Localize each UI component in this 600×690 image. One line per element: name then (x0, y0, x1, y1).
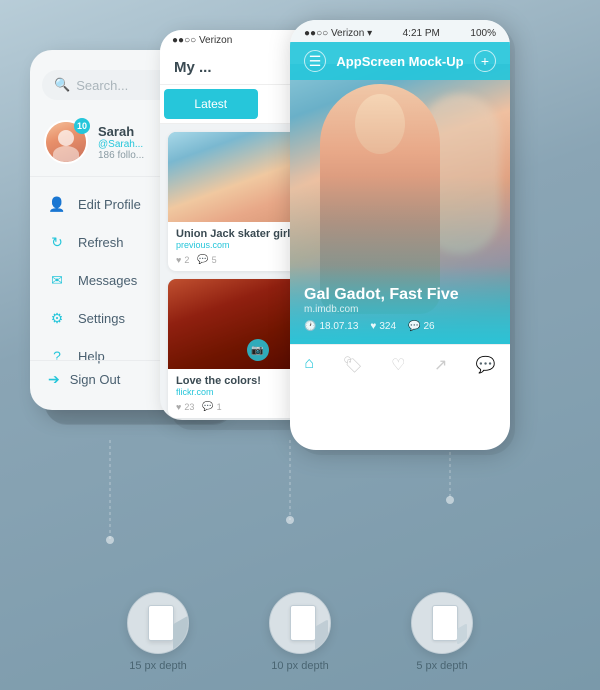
menu-label: Settings (78, 311, 125, 326)
app-title: AppScreen Mock-Up (326, 54, 474, 69)
comment-action-2[interactable]: 💬 1 (202, 401, 221, 412)
gear-icon: ⚙ (48, 309, 66, 327)
search-icon: 🔍 (54, 77, 70, 93)
depth-section: 15 px depth 10 px depth 5 px depth (0, 592, 600, 672)
carrier-text: ●●○○ Verizon (172, 35, 232, 46)
hero-date: 🕐 18.07.13 (304, 321, 358, 332)
tab-latest[interactable]: Latest (164, 89, 258, 119)
depth-item-15: 15 px depth (127, 592, 189, 672)
depth-circle-5 (411, 592, 473, 654)
hero-comments[interactable]: 💬 26 (408, 321, 435, 332)
depth-item-10: 10 px depth (269, 592, 331, 672)
depth-item-5: 5 px depth (411, 592, 473, 672)
like-action-2[interactable]: ♥ 23 (176, 401, 194, 412)
person-icon: 👤 (48, 195, 66, 213)
nav-heart-icon[interactable]: ♡ (391, 355, 405, 375)
depth-label-10: 10 px depth (271, 660, 329, 672)
avatar[interactable]: 10 (44, 120, 88, 164)
hero-image: Gal Gadot, Fast Five m.imdb.com 🕐 18.07.… (290, 64, 510, 344)
notification-badge: 10 (74, 118, 90, 134)
battery-right: 100% (470, 28, 496, 39)
depth-circle-15 (127, 592, 189, 654)
carrier-right: ●●○○ Verizon ▾ (304, 28, 372, 39)
hero-title: Gal Gadot, Fast Five (304, 286, 496, 304)
hero-source: m.imdb.com (304, 304, 496, 315)
depth-label-5: 5 px depth (416, 660, 467, 672)
hero-overlay: Gal Gadot, Fast Five m.imdb.com 🕐 18.07.… (290, 266, 510, 344)
time-right: 4:21 PM (403, 28, 440, 39)
menu-label: Messages (78, 273, 137, 288)
nav-tag-icon[interactable]: 🏷 (342, 355, 362, 375)
menu-label: Edit Profile (78, 197, 141, 212)
search-input[interactable]: Search... (76, 78, 128, 93)
add-button[interactable]: + (474, 50, 496, 72)
menu-label: Refresh (78, 235, 124, 250)
nav-home-icon[interactable]: ⌂ (304, 355, 314, 375)
bottom-navigation: ⌂ 🏷 ♡ ↗ 💬 (290, 344, 510, 385)
depth-label-15: 15 px depth (129, 660, 187, 672)
hero-likes[interactable]: ♥ 324 (370, 321, 396, 332)
app-header: ☰ AppScreen Mock-Up + (290, 42, 510, 80)
comment-action-1[interactable]: 💬 5 (197, 254, 216, 265)
like-action-1[interactable]: ♥ 2 (176, 254, 189, 265)
signout-icon: ➔ (48, 371, 60, 388)
menu-button[interactable]: ☰ (304, 50, 326, 72)
nav-share-icon[interactable]: ↗ (434, 355, 447, 375)
sign-out-label: Sign Out (70, 372, 121, 387)
envelope-icon: ✉ (48, 271, 66, 289)
refresh-icon: ↻ (48, 233, 66, 251)
camera-icon: 📷 (247, 339, 269, 361)
right-phone: ●●○○ Verizon ▾ 4:21 PM 100% ☰ AppScreen … (290, 20, 510, 450)
depth-circle-10 (269, 592, 331, 654)
hero-meta: 🕐 18.07.13 ♥ 324 💬 26 (304, 321, 496, 332)
nav-chat-icon[interactable]: 💬 (476, 355, 496, 375)
